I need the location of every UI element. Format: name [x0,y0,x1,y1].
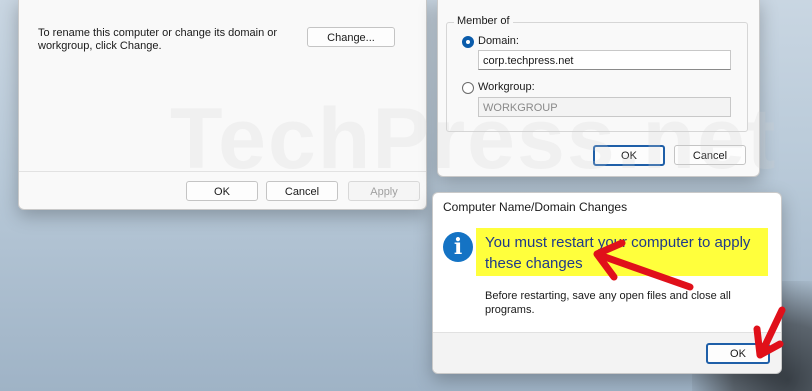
workgroup-label: Workgroup: [478,81,535,93]
rename-description: To rename this computer or change its do… [38,27,278,52]
member-of-label: Member of [454,15,513,27]
apply-button[interactable]: Apply [348,181,420,201]
ok-button[interactable]: OK [593,145,665,166]
restart-message-box: Computer Name/Domain Changes OK [432,192,782,374]
message-box-title: Computer Name/Domain Changes [443,200,628,214]
domain-input[interactable]: corp.techpress.net [478,50,731,70]
info-icon: i [443,232,473,262]
workgroup-input[interactable]: WORKGROUP [478,97,731,117]
domain-label: Domain: [478,35,519,47]
cancel-button[interactable]: Cancel [266,181,338,201]
restart-submessage: Before restarting, save any open files a… [485,290,731,316]
ok-button[interactable]: OK [706,343,770,364]
workgroup-radio[interactable] [462,82,474,94]
restart-message: You must restart your computer to apply … [485,234,751,272]
dialog-divider [19,171,426,172]
domain-radio[interactable] [462,36,474,48]
system-properties-dialog: To rename this computer or change its do… [18,0,427,210]
change-button[interactable]: Change... [307,27,395,47]
ok-button[interactable]: OK [186,181,258,201]
cancel-button[interactable]: Cancel [674,145,746,165]
domain-changes-dialog: Member of Domain: corp.techpress.net Wor… [437,0,760,177]
